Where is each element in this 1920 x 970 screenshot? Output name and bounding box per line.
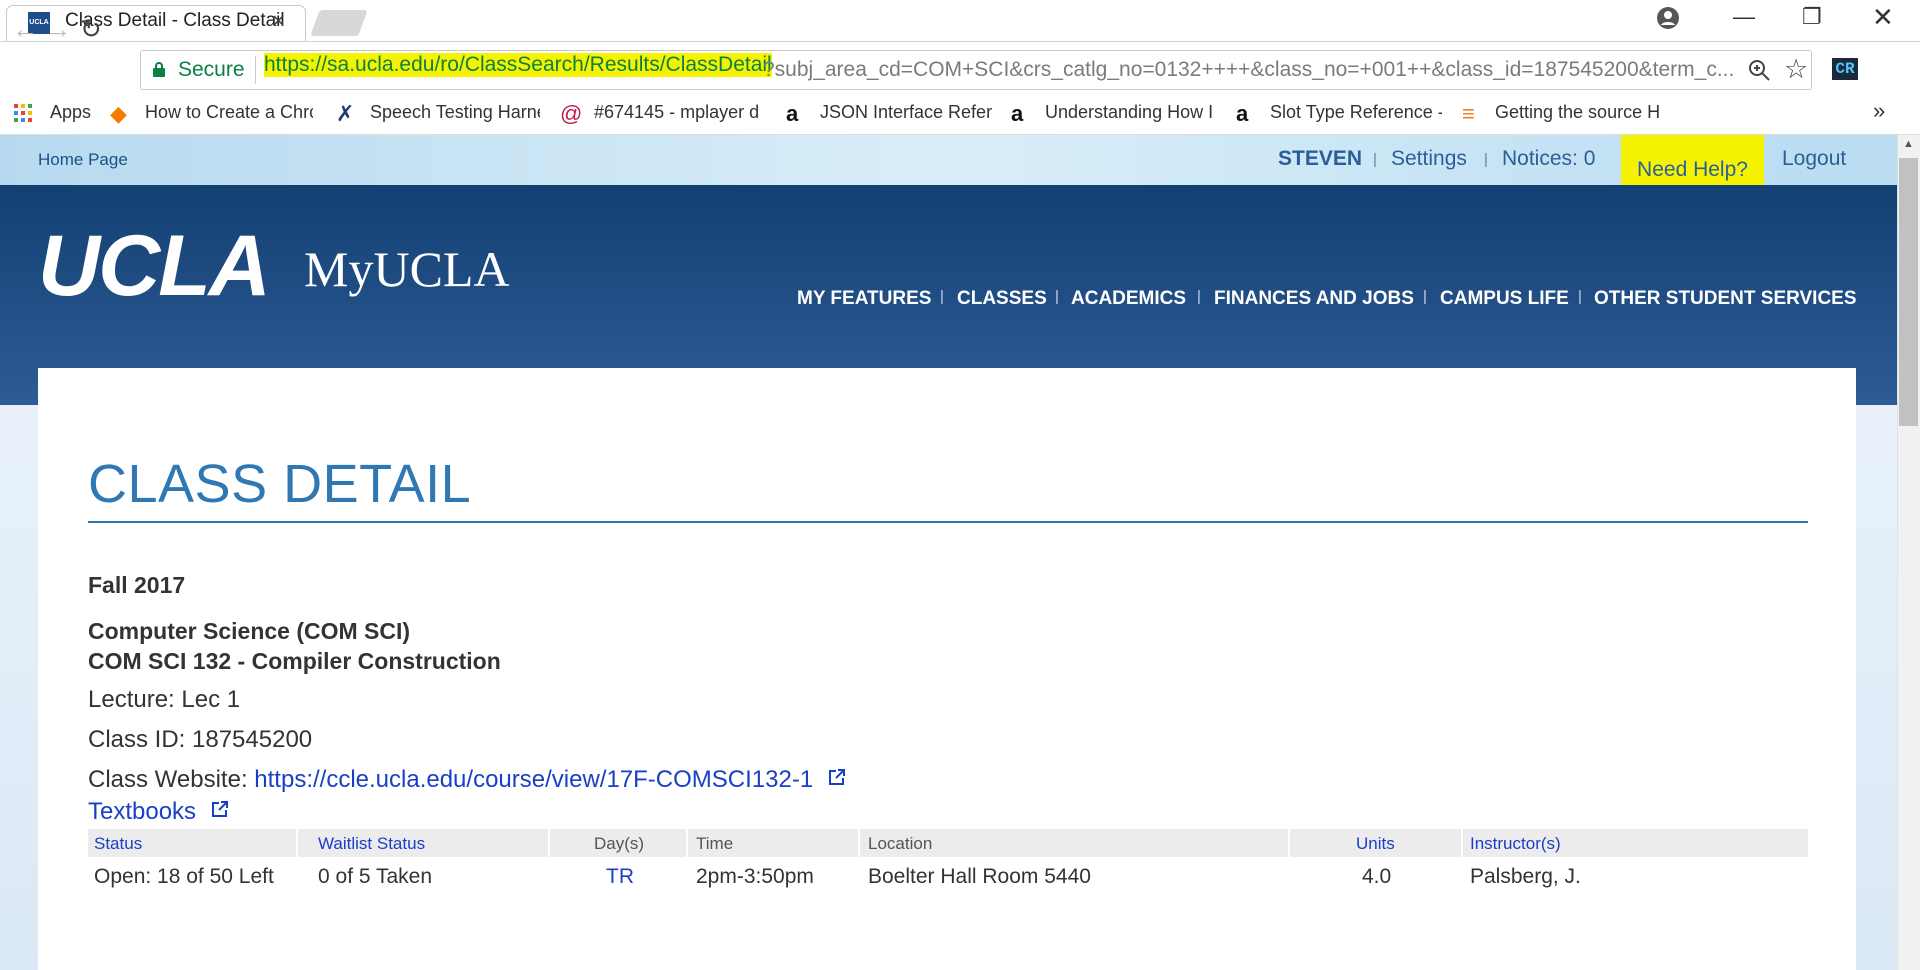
cell-status: Open: 18 of 50 Left [94, 865, 274, 888]
bookmark-item[interactable]: Speech Testing Harne [370, 102, 540, 130]
cell-units: 4.0 [1362, 865, 1392, 888]
title-rule [88, 521, 1808, 523]
reload-icon[interactable]: ↻ [80, 14, 102, 45]
address-separator [255, 56, 256, 84]
lecture: Lecture: Lec 1 [88, 686, 241, 713]
amazon-icon: a [1011, 101, 1024, 126]
stack-icon: ≡ [1462, 101, 1475, 126]
nav-my-features[interactable]: MY FEATURES [797, 288, 931, 310]
class-website-row: Class Website: https://ccle.ucla.edu/cou… [88, 766, 846, 794]
th-status[interactable]: Status [94, 834, 142, 854]
nav-other-student-services[interactable]: OTHER STUDENT SERVICES [1594, 288, 1857, 310]
page-title: CLASS DETAIL [88, 454, 472, 514]
notices-link[interactable]: Notices: 0 [1502, 147, 1595, 171]
diamond-icon: ◆ [110, 101, 127, 126]
window-close-icon[interactable]: ✕ [1872, 2, 1894, 33]
back-icon[interactable]: ← [12, 14, 38, 45]
main-navigation: MY FEATURES | CLASSES | ACADEMICS | FINA… [0, 288, 1857, 328]
separator: | [1055, 288, 1059, 305]
minimize-icon[interactable]: — [1733, 4, 1755, 30]
lock-icon [153, 62, 165, 77]
subject: Computer Science (COM SCI) [88, 618, 411, 644]
new-tab-button[interactable] [310, 10, 368, 36]
column-divider [548, 829, 550, 857]
course-title: COM SCI 132 - Compiler Construction [88, 648, 501, 674]
th-waitlist-status[interactable]: Waitlist Status [318, 834, 425, 854]
forward-icon[interactable]: → [45, 14, 71, 45]
url-highlighted-part[interactable]: https://sa.ucla.edu/ro/ClassSearch/Resul… [264, 53, 772, 77]
th-days: Day(s) [594, 834, 645, 853]
bookmark-item[interactable]: Getting the source H [1495, 102, 1663, 130]
bookmark-item[interactable]: Slot Type Reference - [1270, 102, 1442, 130]
separator: | [1484, 151, 1488, 168]
th-time: Time [696, 834, 734, 853]
bookmark-item[interactable]: JSON Interface Refere [820, 102, 992, 130]
tab-close-icon[interactable]: × [272, 8, 285, 34]
class-website-link[interactable]: https://ccle.ucla.edu/course/view/17F-CO… [254, 766, 813, 793]
separator: | [940, 288, 944, 305]
nav-classes[interactable]: CLASSES [957, 288, 1047, 310]
column-divider [1461, 829, 1463, 857]
scrollbar-thumb[interactable] [1899, 158, 1918, 426]
th-location: Location [868, 834, 933, 853]
column-divider [686, 829, 688, 857]
cell-time: 2pm-3:50pm [696, 865, 814, 888]
th-instructors[interactable]: Instructor(s) [1470, 834, 1561, 854]
column-divider [858, 829, 860, 857]
separator: | [1578, 288, 1582, 305]
bookmark-apps[interactable]: Apps [50, 102, 91, 130]
external-link-icon[interactable] [211, 800, 229, 818]
user-name[interactable]: STEVEN [1278, 147, 1362, 171]
bookmark-item[interactable]: Understanding How I [1045, 102, 1215, 130]
restore-icon[interactable]: ❐ [1802, 4, 1822, 30]
separator: | [1197, 288, 1201, 305]
textbooks-row: Textbooks [88, 798, 229, 826]
more-bookmarks-icon[interactable]: » [1873, 98, 1885, 124]
scroll-up-icon[interactable]: ▲ [1897, 138, 1920, 156]
apps-grid-icon [14, 104, 32, 122]
nav-academics[interactable]: ACADEMICS [1071, 288, 1186, 310]
web-page: Home Page STEVEN | Settings | Notices: 0… [0, 135, 1897, 970]
profile-icon[interactable] [1656, 6, 1680, 30]
separator: | [1373, 151, 1377, 168]
cell-waitlist: 0 of 5 Taken [318, 865, 433, 888]
logout-link[interactable]: Logout [1782, 147, 1846, 171]
bookmark-star-icon[interactable]: ☆ [1784, 54, 1808, 85]
external-link-icon[interactable] [828, 768, 846, 786]
bookmark-item[interactable]: #674145 - mplayer d [594, 102, 764, 130]
separator: | [1423, 288, 1427, 305]
th-units[interactable]: Units [1356, 834, 1395, 854]
textbooks-link[interactable]: Textbooks [88, 798, 196, 825]
cell-location: Boelter Hall Room 5440 [868, 865, 1091, 888]
content-panel: CLASS DETAIL Fall 2017 Computer Science … [38, 368, 1856, 970]
amazon-icon: a [1236, 101, 1249, 126]
utility-bar [0, 135, 1897, 185]
home-page-link[interactable]: Home Page [38, 150, 128, 170]
url-query[interactable]: ?subj_area_cd=COM+SCI&crs_catlg_no=0132+… [763, 58, 1734, 82]
extension-icon[interactable]: CR [1832, 58, 1858, 80]
secure-label: Secure [178, 58, 245, 81]
swirl-icon: @ [560, 101, 583, 126]
bookmark-item[interactable]: How to Create a Chrc [145, 102, 313, 130]
column-divider [1288, 829, 1290, 857]
nav-finances-and-jobs[interactable]: FINANCES AND JOBS [1214, 288, 1414, 310]
nav-campus-life[interactable]: CAMPUS LIFE [1440, 288, 1569, 310]
x-logo-icon: ✗ [336, 101, 355, 126]
term: Fall 2017 [88, 572, 186, 598]
column-divider [296, 829, 298, 857]
zoom-icon[interactable] [1747, 58, 1771, 82]
cell-instructor: Palsberg, J. [1470, 865, 1581, 888]
class-website-label: Class Website: [88, 766, 248, 793]
settings-link[interactable]: Settings [1391, 147, 1467, 171]
amazon-icon: a [786, 101, 799, 126]
cell-days-link[interactable]: TR [606, 865, 634, 889]
class-id: Class ID: 187545200 [88, 726, 313, 753]
